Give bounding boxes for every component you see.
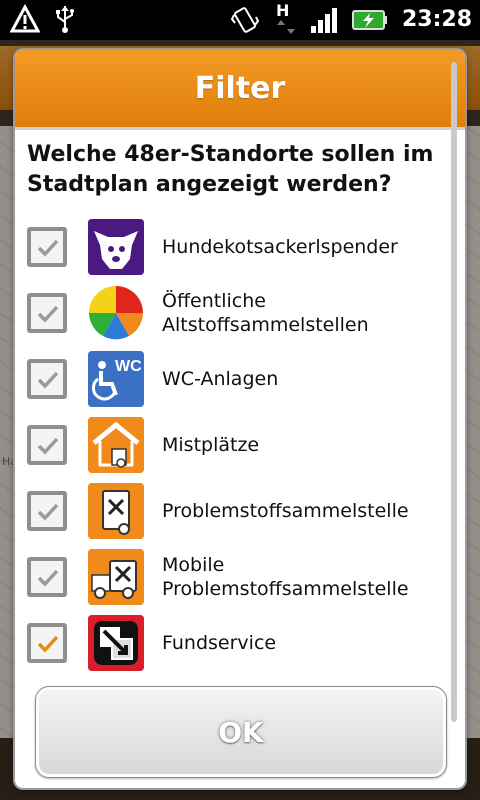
wheelchair-wc-icon: WC <box>88 351 144 407</box>
filter-item-wc-anlagen[interactable]: WC WC-Anlagen <box>15 349 445 409</box>
scrollbar[interactable] <box>451 62 457 722</box>
vibrate-icon <box>230 5 260 35</box>
filter-checkbox[interactable] <box>27 491 67 531</box>
filter-item-label: Fundservice <box>162 632 277 654</box>
usb-icon <box>54 4 76 34</box>
filter-checkbox[interactable] <box>27 227 67 267</box>
filter-checkbox[interactable] <box>27 623 67 663</box>
svg-text:WC: WC <box>115 358 142 375</box>
filter-item-label: Mobile Problemstoffsammelstelle <box>162 554 409 600</box>
filter-item-label: WC-Anlagen <box>162 368 279 390</box>
ok-button[interactable]: OK <box>35 686 447 778</box>
filter-checkbox[interactable] <box>27 557 67 597</box>
hazard-bin-icon <box>88 483 144 539</box>
status-bar: H 23:28 <box>0 0 480 40</box>
filter-item-altstoffsammelstellen[interactable]: Öffentliche Altstoffsammelstellen <box>15 283 445 343</box>
lost-found-icon <box>88 615 144 671</box>
hazard-truck-icon <box>88 549 144 605</box>
filter-checkbox[interactable] <box>27 359 67 399</box>
filter-item-hundekotsackerlspender[interactable]: Hundekotsackerlspender <box>15 217 445 277</box>
clock: 23:28 <box>401 7 472 32</box>
filter-checkbox[interactable] <box>27 425 67 465</box>
filter-dialog: Filter Welche 48er-Standorte sollen im S… <box>15 50 465 788</box>
network-type: H <box>275 1 290 20</box>
house-bin-icon <box>88 417 144 473</box>
filter-item-fundservice[interactable]: Fundservice <box>15 613 445 673</box>
signal-icon <box>310 6 338 34</box>
filter-question: Welche 48er-Standorte sollen im Stadtpla… <box>27 142 434 197</box>
filter-item-label: Problemstoffsammelstelle <box>162 500 409 522</box>
filter-item-label: Öffentliche Altstoffsammelstellen <box>162 290 369 336</box>
filter-item-mistplaetze[interactable]: Mistplätze <box>15 415 445 475</box>
filter-item-label: Hundekotsackerlspender <box>162 236 398 258</box>
battery-charging-icon <box>351 9 388 31</box>
filter-item-problemstoffsammelstelle[interactable]: Problemstoffsammelstelle <box>15 481 445 541</box>
filter-item-mobile-problemstoffsammelstelle[interactable]: Mobile Problemstoffsammelstelle <box>15 547 445 607</box>
dialog-title: Filter <box>194 71 286 106</box>
network-h-icon: H <box>274 1 296 36</box>
dialog-header: Filter <box>15 50 465 130</box>
recycling-pie-icon <box>88 285 144 341</box>
warning-icon <box>10 4 40 34</box>
filter-item-label: Mistplätze <box>162 434 260 456</box>
dog-icon <box>88 219 144 275</box>
filter-checkbox[interactable] <box>27 293 67 333</box>
